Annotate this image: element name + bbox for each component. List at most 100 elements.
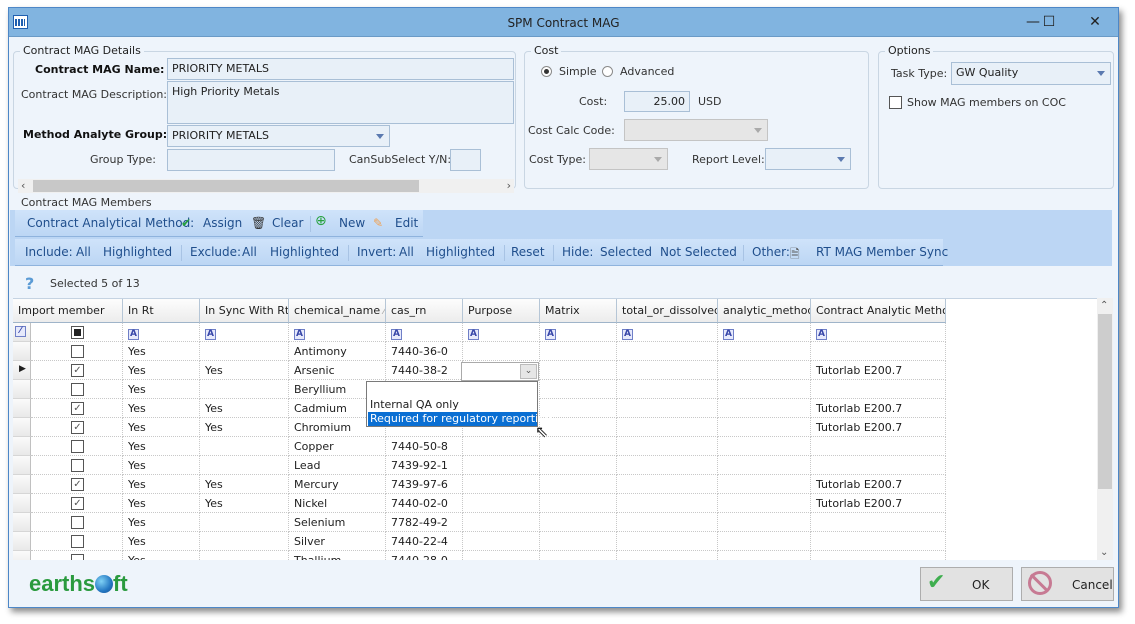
grid-cell[interactable]	[540, 437, 617, 456]
grid-cell[interactable]	[463, 342, 540, 361]
filter-cell[interactable]: A	[386, 323, 463, 342]
grid-cell[interactable]: Antimony	[289, 342, 386, 361]
grid-cell[interactable]	[200, 551, 289, 560]
import-member-checkbox[interactable]	[71, 345, 84, 358]
maximize-button[interactable]: ☐	[1034, 11, 1064, 33]
row-header[interactable]	[13, 532, 31, 551]
column-header[interactable]: In Sync With Rt	[200, 299, 289, 323]
filter-icon[interactable]: A	[128, 329, 139, 340]
row-header[interactable]: ▶	[13, 361, 31, 380]
group-type-field[interactable]	[167, 149, 335, 171]
grid-cell[interactable]	[811, 532, 946, 551]
grid-cell[interactable]	[463, 532, 540, 551]
grid-cell[interactable]	[617, 532, 718, 551]
grid-cell[interactable]	[617, 494, 718, 513]
filter-icon[interactable]: A	[816, 329, 827, 340]
scrollbar-thumb[interactable]	[1098, 314, 1112, 489]
grid-cell[interactable]: Yes	[200, 494, 289, 513]
rt-mag-member-sync-button[interactable]: RT MAG Member Sync	[816, 245, 948, 259]
grid-cell[interactable]: Yes	[123, 380, 200, 399]
filter-cell[interactable]: A	[617, 323, 718, 342]
row-header[interactable]	[13, 494, 31, 513]
grid-cell[interactable]	[540, 456, 617, 475]
grid-cell[interactable]: Copper	[289, 437, 386, 456]
row-header[interactable]	[13, 475, 31, 494]
grid-cell[interactable]: Tutorlab E200.7	[811, 399, 946, 418]
grid-cell[interactable]	[540, 342, 617, 361]
row-header[interactable]	[13, 380, 31, 399]
edit-button[interactable]: Edit	[395, 216, 418, 230]
grid-cell[interactable]: Tutorlab E200.7	[811, 494, 946, 513]
task-type-select[interactable]: GW Quality	[951, 62, 1111, 85]
row-header[interactable]	[13, 513, 31, 532]
grid-cell[interactable]: 7440-02-0	[386, 494, 463, 513]
grid-cell[interactable]	[718, 418, 811, 437]
grid-vertical-scrollbar[interactable]: ⌃ ⌄	[1097, 298, 1113, 560]
grid-cell[interactable]: Yes	[200, 475, 289, 494]
close-button[interactable]: ✕	[1080, 11, 1110, 33]
grid-cell[interactable]	[617, 399, 718, 418]
simple-radio[interactable]	[541, 66, 552, 77]
grid-cell[interactable]	[617, 361, 718, 380]
grid-cell[interactable]	[617, 380, 718, 399]
dropdown-option-highlighted[interactable]: Required for regulatory reporting	[368, 412, 552, 426]
cancel-button[interactable]: Cancel	[1021, 567, 1114, 601]
cost-calc-code-select[interactable]	[624, 119, 768, 141]
grid-cell[interactable]: 7782-49-2	[386, 513, 463, 532]
filter-icon[interactable]: A	[468, 329, 479, 340]
grid-cell[interactable]	[718, 475, 811, 494]
grid-cell[interactable]: Lead	[289, 456, 386, 475]
grid-cell[interactable]: Yes	[123, 437, 200, 456]
filter-row-header[interactable]: ⁄	[13, 323, 31, 342]
grid-cell[interactable]: 7439-92-1	[386, 456, 463, 475]
ok-button[interactable]: ✔ OK	[920, 567, 1013, 601]
grid-cell[interactable]: Tutorlab E200.7	[811, 475, 946, 494]
grid-cell[interactable]: Selenium	[289, 513, 386, 532]
filter-icon[interactable]: A	[622, 329, 633, 340]
column-header[interactable]: analytic_method	[718, 299, 811, 323]
grid-cell[interactable]	[540, 513, 617, 532]
grid-cell[interactable]: 7439-97-6	[386, 475, 463, 494]
grid-cell[interactable]	[718, 380, 811, 399]
grid-cell[interactable]	[718, 513, 811, 532]
grid-cell[interactable]	[617, 342, 718, 361]
scroll-down-icon[interactable]: ⌄	[1100, 547, 1108, 558]
grid-cell[interactable]: Yes	[200, 399, 289, 418]
grid-cell[interactable]	[617, 513, 718, 532]
grid-cell[interactable]: Yes	[123, 361, 200, 380]
grid-cell[interactable]: Nickel	[289, 494, 386, 513]
scrollbar-thumb[interactable]	[33, 180, 419, 192]
grid-cell[interactable]: Yes	[123, 456, 200, 475]
column-header[interactable]: cas_rn	[386, 299, 463, 323]
grid-cell[interactable]	[718, 399, 811, 418]
grid-cell[interactable]	[617, 551, 718, 560]
grid-cell[interactable]	[617, 475, 718, 494]
grid-cell[interactable]: 7440-36-0	[386, 342, 463, 361]
grid-cell[interactable]	[718, 532, 811, 551]
grid-cell[interactable]: Yes	[123, 342, 200, 361]
invert-all-button[interactable]: All	[399, 245, 414, 259]
details-horizontal-scrollbar[interactable]: ‹ ›	[18, 179, 514, 193]
grid-cell[interactable]: 7440-28-0	[386, 551, 463, 560]
scroll-up-icon[interactable]: ⌃	[1100, 300, 1108, 311]
import-member-checkbox[interactable]	[71, 440, 84, 453]
grid-cell[interactable]	[718, 551, 811, 560]
column-header[interactable]: total_or_dissolved	[617, 299, 718, 323]
filter-cell[interactable]: A	[200, 323, 289, 342]
advanced-radio[interactable]	[602, 66, 613, 77]
filter-cell[interactable]: A	[463, 323, 540, 342]
column-header[interactable]: chemical_name ⁄	[289, 299, 386, 323]
grid-cell[interactable]: Yes	[200, 361, 289, 380]
grid-cell[interactable]: Mercury	[289, 475, 386, 494]
grid-cell[interactable]	[540, 551, 617, 560]
hide-selected-button[interactable]: Selected	[600, 245, 652, 259]
grid-cell[interactable]	[200, 456, 289, 475]
grid-cell[interactable]	[540, 475, 617, 494]
import-member-checkbox[interactable]: ✓	[71, 478, 84, 491]
grid-cell[interactable]: Yes	[123, 418, 200, 437]
filter-cell[interactable]: A	[289, 323, 386, 342]
column-header[interactable]: In Rt	[123, 299, 200, 323]
grid-cell[interactable]	[811, 456, 946, 475]
row-header[interactable]	[13, 456, 31, 475]
filter-icon[interactable]: A	[205, 329, 216, 340]
